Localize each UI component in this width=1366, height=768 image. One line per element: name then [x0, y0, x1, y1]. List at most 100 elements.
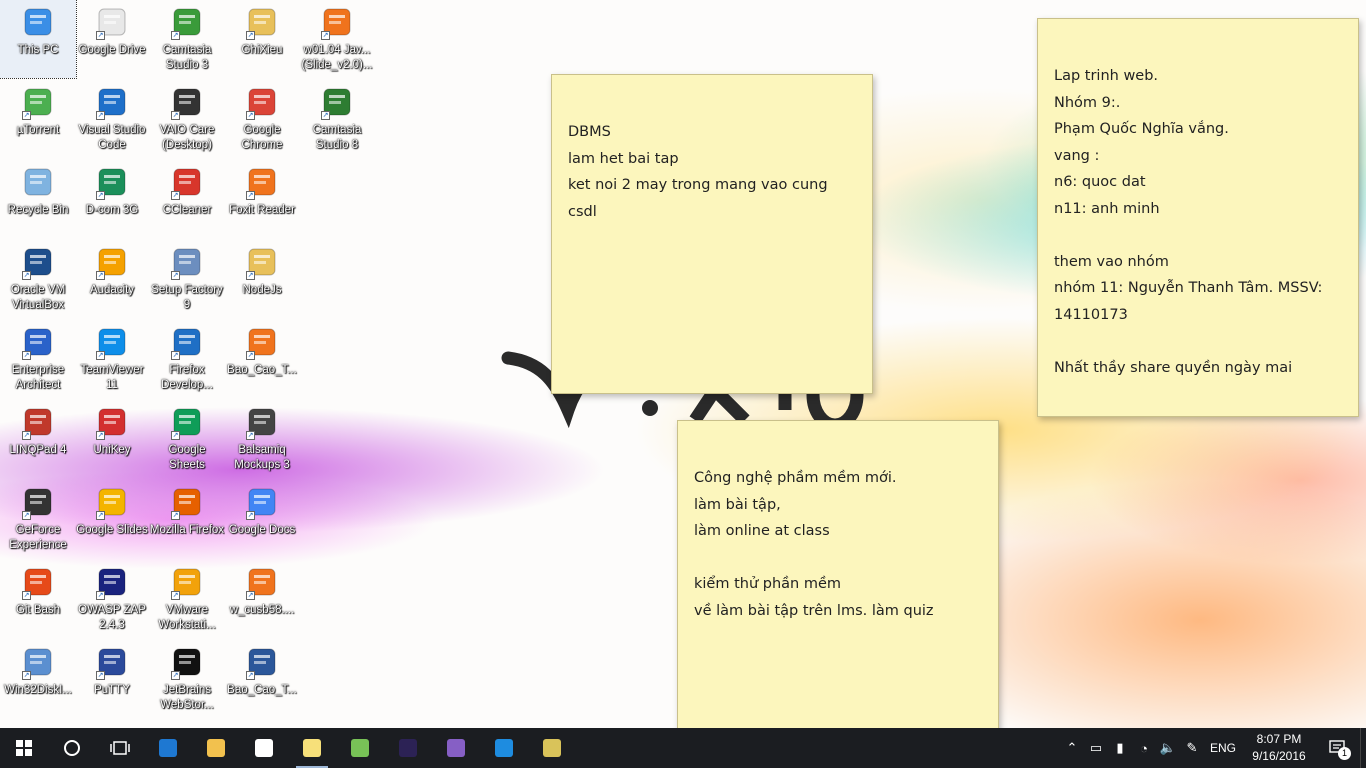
desktop-icon[interactable]: ↗ Foxit Reader: [224, 160, 300, 238]
desktop-icon[interactable]: ↗ Audacity: [74, 240, 150, 318]
unikey-icon: ↗: [96, 406, 128, 440]
sticky-note-line[interactable]: [694, 545, 982, 572]
desktop-icon[interactable]: ↗ Camtasia Studio 8: [299, 80, 375, 158]
language-indicator[interactable]: ENG: [1204, 728, 1242, 768]
desktop-icon[interactable]: ↗ Setup Factory 9: [149, 240, 225, 318]
desktop-icon[interactable]: ↗ Google Slides: [74, 480, 150, 558]
desktop-icon[interactable]: ↗ GeForce Experience: [0, 480, 76, 558]
desktop-icon[interactable]: ↗ CCleaner: [149, 160, 225, 238]
desktop-icon[interactable]: ↗ Git Bash: [0, 560, 76, 638]
desktop-icon[interactable]: ↗ Camtasia Studio 3: [149, 0, 225, 78]
task-view-icon[interactable]: [96, 728, 144, 768]
sticky-note-line[interactable]: them vao nhóm: [1054, 249, 1342, 276]
desktop-icon[interactable]: ↗ Mozilla Firefox: [149, 480, 225, 558]
network-adapter-icon[interactable]: ▭: [1084, 728, 1108, 768]
desktop-icon[interactable]: ↗ OWASP ZAP 2.4.3: [74, 560, 150, 638]
wifi-icon[interactable]: ◔: [1132, 728, 1156, 768]
sticky-note[interactable]: Lap trinh web. Nhóm 9:. Phạm Quốc Nghĩa vắ…: [1037, 18, 1359, 417]
desktop-icon[interactable]: ↗ Google Drive: [74, 0, 150, 78]
desktop-icon[interactable]: ↗ JetBrains WebStor...: [149, 640, 225, 718]
sticky-note-line[interactable]: n11: anh minh: [1054, 196, 1342, 223]
eclipse-icon[interactable]: [384, 728, 432, 768]
file-explorer-icon[interactable]: [192, 728, 240, 768]
desktop-icon[interactable]: ↗ Enterprise Architect: [0, 320, 76, 398]
desktop-icon[interactable]: ↗ Bao_Cao_T...: [224, 640, 300, 718]
sticky-note-line[interactable]: n6: quoc dat: [1054, 169, 1342, 196]
windows-start-icon[interactable]: [0, 728, 48, 768]
action-center-icon[interactable]: 1: [1316, 728, 1360, 768]
desktop-icon[interactable]: ↗ Visual Studio Code: [74, 80, 150, 158]
desktop-icon[interactable]: ↗ GhiXieu: [224, 0, 300, 78]
visual-studio-icon[interactable]: [432, 728, 480, 768]
sticky-note[interactable]: DBMS lam het bai tap ket noi 2 may trong m…: [551, 74, 873, 394]
edge-icon[interactable]: [144, 728, 192, 768]
sticky-note-line[interactable]: 14110173: [1054, 302, 1342, 329]
sticky-notes-icon[interactable]: [288, 728, 336, 768]
sticky-note-line[interactable]: về làm bài tập trên lms. làm quiz: [694, 598, 982, 625]
desktop-icon[interactable]: ↗ Firefox Develop...: [149, 320, 225, 398]
desktop-icon[interactable]: ↗ Bao_Cao_T...: [224, 320, 300, 398]
desktop-icon[interactable]: ↗ Google Sheets: [149, 400, 225, 478]
sticky-note-line[interactable]: [1054, 222, 1342, 249]
vscode-icon: ↗: [96, 86, 128, 120]
desktop-icon[interactable]: ↗ D-com 3G: [74, 160, 150, 238]
desktop-icon-label: Firefox Develop...: [161, 364, 213, 391]
firefox-icon: ↗: [171, 486, 203, 520]
desktop-icon[interactable]: ↗ w_cusb58....: [224, 560, 300, 638]
desktop-icon[interactable]: ↗ PuTTY: [74, 640, 150, 718]
desktop-icon[interactable]: ↗ TeamViewer 11: [74, 320, 150, 398]
sticky-note-line[interactable]: [1054, 328, 1342, 355]
chevron-up-icon[interactable]: ⌃: [1060, 728, 1084, 768]
desktop-icon[interactable]: ↗ Google Docs: [224, 480, 300, 558]
sticky-note-line[interactable]: lam het bai tap: [568, 146, 856, 173]
desktop-icon[interactable]: This PC: [0, 0, 77, 79]
desktop-icon[interactable]: ↗ Balsamiq Mockups 3: [224, 400, 300, 478]
show-desktop-button[interactable]: [1360, 728, 1366, 768]
folder-zip-icon: ↗: [246, 6, 278, 40]
sticky-note-line[interactable]: Nhất thầy share quyền ngày mai: [1054, 355, 1342, 382]
desktop-icon[interactable]: ↗ UniKey: [74, 400, 150, 478]
tool-app-icon[interactable]: [528, 728, 576, 768]
desktop-icon-label: Google Docs: [228, 524, 296, 536]
android-studio-icon[interactable]: [336, 728, 384, 768]
sticky-note-line[interactable]: Công nghệ phầm mềm mới.: [694, 465, 982, 492]
sticky-note-line[interactable]: làm bài tập,: [694, 492, 982, 519]
shortcut-arrow-icon: ↗: [96, 671, 105, 680]
shortcut-arrow-icon: ↗: [171, 271, 180, 280]
desktop-icon[interactable]: ↗ µTorrent: [0, 80, 76, 158]
shortcut-arrow-icon: ↗: [246, 511, 255, 520]
sticky-note-line[interactable]: Phạm Quốc Nghĩa vắng.: [1054, 116, 1342, 143]
desktop-icon[interactable]: ↗ Oracle VM VirtualBox: [0, 240, 76, 318]
desktop-icon[interactable]: ↗ LINQPad 4: [0, 400, 76, 478]
volume-icon[interactable]: 🔈: [1156, 728, 1180, 768]
shortcut-arrow-icon: ↗: [171, 191, 180, 200]
desktop-icon[interactable]: ↗ VAIO Care (Desktop): [149, 80, 225, 158]
sticky-note-line[interactable]: Lap trinh web.: [1054, 63, 1342, 90]
desktop-icon[interactable]: ↗ NodeJs: [224, 240, 300, 318]
desktop[interactable]: This PC ↗ Google Drive ↗ Camtasia Studio 3 ↗ G…: [0, 0, 1366, 728]
shortcut-arrow-icon: ↗: [96, 431, 105, 440]
desktop-icon[interactable]: ↗ Google Chrome: [224, 80, 300, 158]
shortcut-arrow-icon: ↗: [22, 671, 31, 680]
sticky-note-line[interactable]: làm online at class: [694, 518, 982, 545]
sticky-note[interactable]: Công nghệ phầm mềm mới. làm bài tập, làm o…: [677, 420, 999, 728]
pen-icon[interactable]: ✎: [1180, 728, 1204, 768]
sticky-note-line[interactable]: vang :: [1054, 143, 1342, 170]
sticky-note-line[interactable]: nhóm 11: Nguyễn Thanh Tâm. MSSV:: [1054, 275, 1342, 302]
clock[interactable]: 8:07 PM 9/16/2016: [1242, 731, 1316, 765]
desktop-icon[interactable]: Recycle Bin: [0, 160, 76, 238]
sticky-note-line[interactable]: ket noi 2 may trong mang vao cung csdl: [568, 172, 856, 225]
shortcut-arrow-icon: ↗: [96, 511, 105, 520]
search-cortana-icon[interactable]: [48, 728, 96, 768]
desktop-icon[interactable]: ↗ w01.04 Jav... (Slide_v2.0)...: [299, 0, 375, 78]
sticky-note-line[interactable]: kiểm thử phần mềm: [694, 571, 982, 598]
battery-icon[interactable]: ▮: [1108, 728, 1132, 768]
sticky-note-line[interactable]: DBMS: [568, 119, 856, 146]
desktop-icon-label: OWASP ZAP 2.4.3: [78, 604, 146, 631]
store-icon[interactable]: [240, 728, 288, 768]
vscode-icon[interactable]: [480, 728, 528, 768]
desktop-icon[interactable]: ↗ Win32DiskI...: [0, 640, 76, 718]
linqpad-icon: ↗: [22, 406, 54, 440]
sticky-note-line[interactable]: Nhóm 9:.: [1054, 90, 1342, 117]
desktop-icon[interactable]: ↗ VMware Workstati...: [149, 560, 225, 638]
